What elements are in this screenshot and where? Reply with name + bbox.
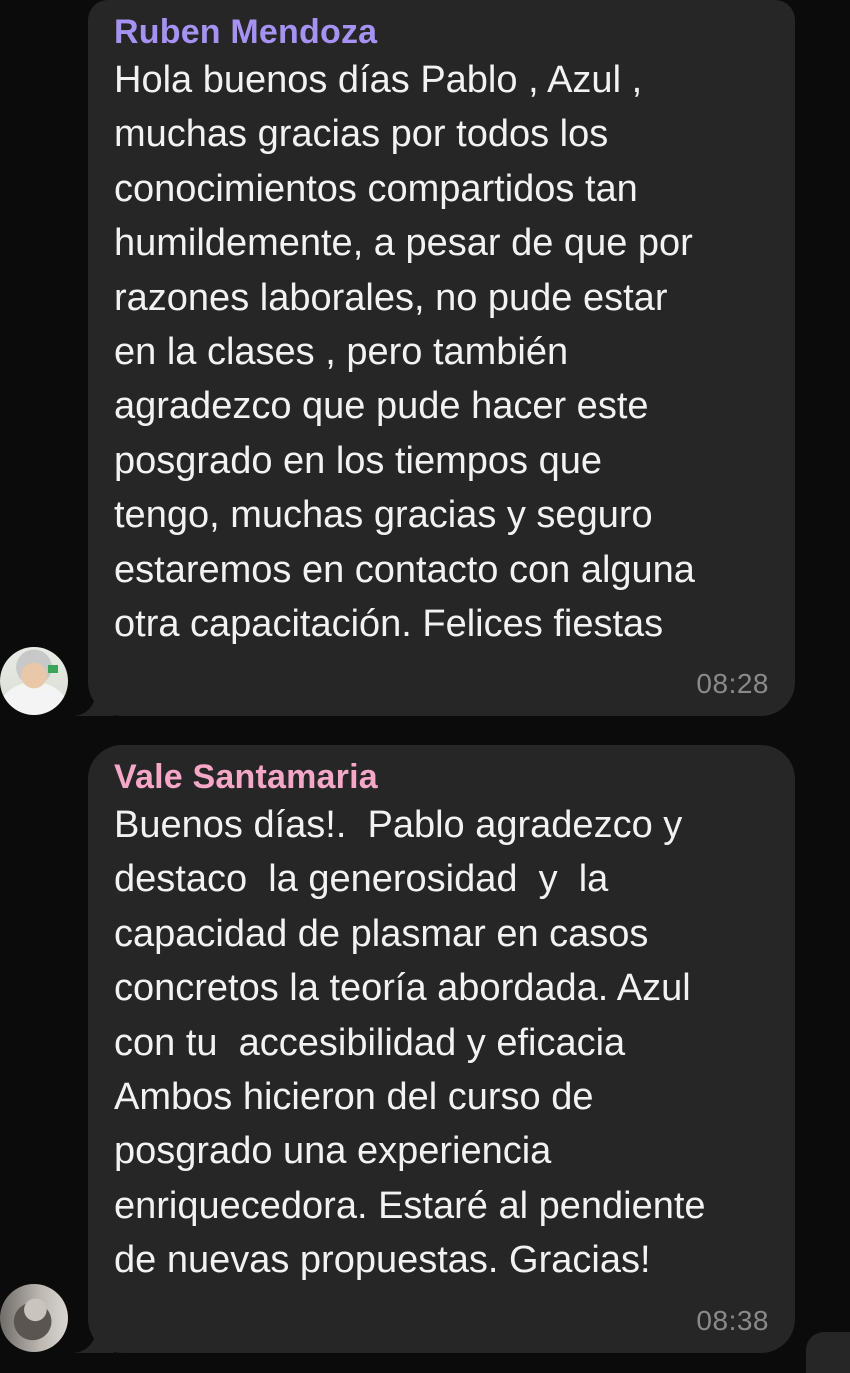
sender-name[interactable]: Ruben Mendoza [114, 10, 767, 54]
message-bubble[interactable]: Vale Santamaria Buenos días!. Pablo agra… [88, 745, 795, 1353]
sender-name[interactable]: Vale Santamaria [114, 755, 767, 799]
message-time: 08:38 [696, 1305, 769, 1336]
chat-view: Ruben Mendoza Hola buenos días Pablo , A… [0, 0, 850, 1373]
avatar-badge-icon [48, 665, 58, 673]
message-text: Buenos días!. Pablo agradezco y destaco … [114, 804, 706, 1282]
message-bubble[interactable]: Ruben Mendoza Hola buenos días Pablo , A… [88, 0, 795, 716]
avatar[interactable] [0, 1284, 68, 1352]
bubble-tail [74, 1321, 114, 1353]
avatar[interactable] [0, 647, 68, 715]
bubble-tail [74, 684, 114, 716]
message-time: 08:28 [696, 668, 769, 699]
next-message-bubble [806, 1332, 850, 1373]
message-text: Hola buenos días Pablo , Azul , muchas g… [114, 59, 695, 646]
